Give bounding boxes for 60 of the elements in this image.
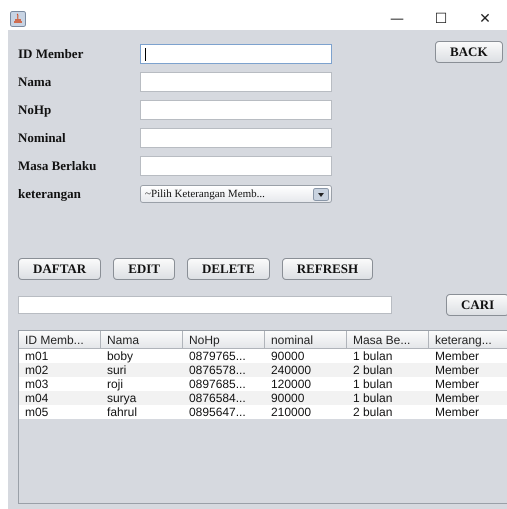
- column-header[interactable]: Nama: [101, 331, 183, 349]
- table-cell: Member: [429, 377, 507, 391]
- table-cell: 0897685...: [183, 377, 265, 391]
- column-header[interactable]: Masa Be...: [347, 331, 429, 349]
- action-button[interactable]: REFRESH: [282, 258, 374, 280]
- table-cell: 120000: [265, 377, 347, 391]
- table-cell: 210000: [265, 405, 347, 419]
- text-field[interactable]: [140, 156, 332, 176]
- table-cell: surya: [101, 391, 183, 405]
- app-icon: [10, 11, 26, 27]
- table-cell: roji: [101, 377, 183, 391]
- table-cell: 1 bulan: [347, 391, 429, 405]
- table-cell: m03: [19, 377, 101, 391]
- field-label: NoHp: [18, 102, 52, 118]
- table-cell: 0876584...: [183, 391, 265, 405]
- field-label: Masa Berlaku: [18, 158, 98, 174]
- table-cell: 0879765...: [183, 349, 265, 363]
- table-cell: 1 bulan: [347, 349, 429, 363]
- table-cell: 2 bulan: [347, 405, 429, 419]
- column-header[interactable]: NoHp: [183, 331, 265, 349]
- table-cell: m01: [19, 349, 101, 363]
- text-field[interactable]: [140, 44, 332, 64]
- back-button[interactable]: BACK: [435, 41, 503, 63]
- close-button[interactable]: ✕: [463, 8, 507, 30]
- minimize-button[interactable]: —: [375, 8, 419, 30]
- column-header[interactable]: nominal: [265, 331, 347, 349]
- table-cell: 240000: [265, 363, 347, 377]
- action-button[interactable]: DAFTAR: [18, 258, 102, 280]
- text-field[interactable]: [140, 128, 332, 148]
- action-button[interactable]: DELETE: [187, 258, 270, 280]
- search-button[interactable]: CARI: [446, 294, 507, 316]
- field-label: Nominal: [18, 130, 67, 146]
- table-cell: Member: [429, 363, 507, 377]
- field-label: Nama: [18, 74, 52, 90]
- table-cell: fahrul: [101, 405, 183, 419]
- dropdown[interactable]: ~Pilih Keterangan Memb...: [140, 185, 332, 203]
- table-cell: 90000: [265, 391, 347, 405]
- table-cell: 1 bulan: [347, 377, 429, 391]
- table-cell: 0876578...: [183, 363, 265, 377]
- table-cell: Member: [429, 391, 507, 405]
- action-button[interactable]: EDIT: [113, 258, 175, 280]
- table-cell: suri: [101, 363, 183, 377]
- field-label: keterangan: [18, 186, 82, 202]
- text-caret: [145, 48, 146, 60]
- column-header[interactable]: ID Memb...: [19, 331, 101, 349]
- table-cell: Member: [429, 405, 507, 419]
- maximize-button[interactable]: ☐: [419, 8, 463, 30]
- text-field[interactable]: [140, 100, 332, 120]
- table-cell: 90000: [265, 349, 347, 363]
- table-cell: 0895647...: [183, 405, 265, 419]
- table-cell: Member: [429, 349, 507, 363]
- table-cell: m02: [19, 363, 101, 377]
- text-field[interactable]: [140, 72, 332, 92]
- table-cell: m04: [19, 391, 101, 405]
- search-field[interactable]: [18, 296, 392, 314]
- field-label: ID Member: [18, 46, 84, 62]
- table-cell: 2 bulan: [347, 363, 429, 377]
- table-cell: m05: [19, 405, 101, 419]
- column-header[interactable]: keterang...: [429, 331, 507, 349]
- table-cell: boby: [101, 349, 183, 363]
